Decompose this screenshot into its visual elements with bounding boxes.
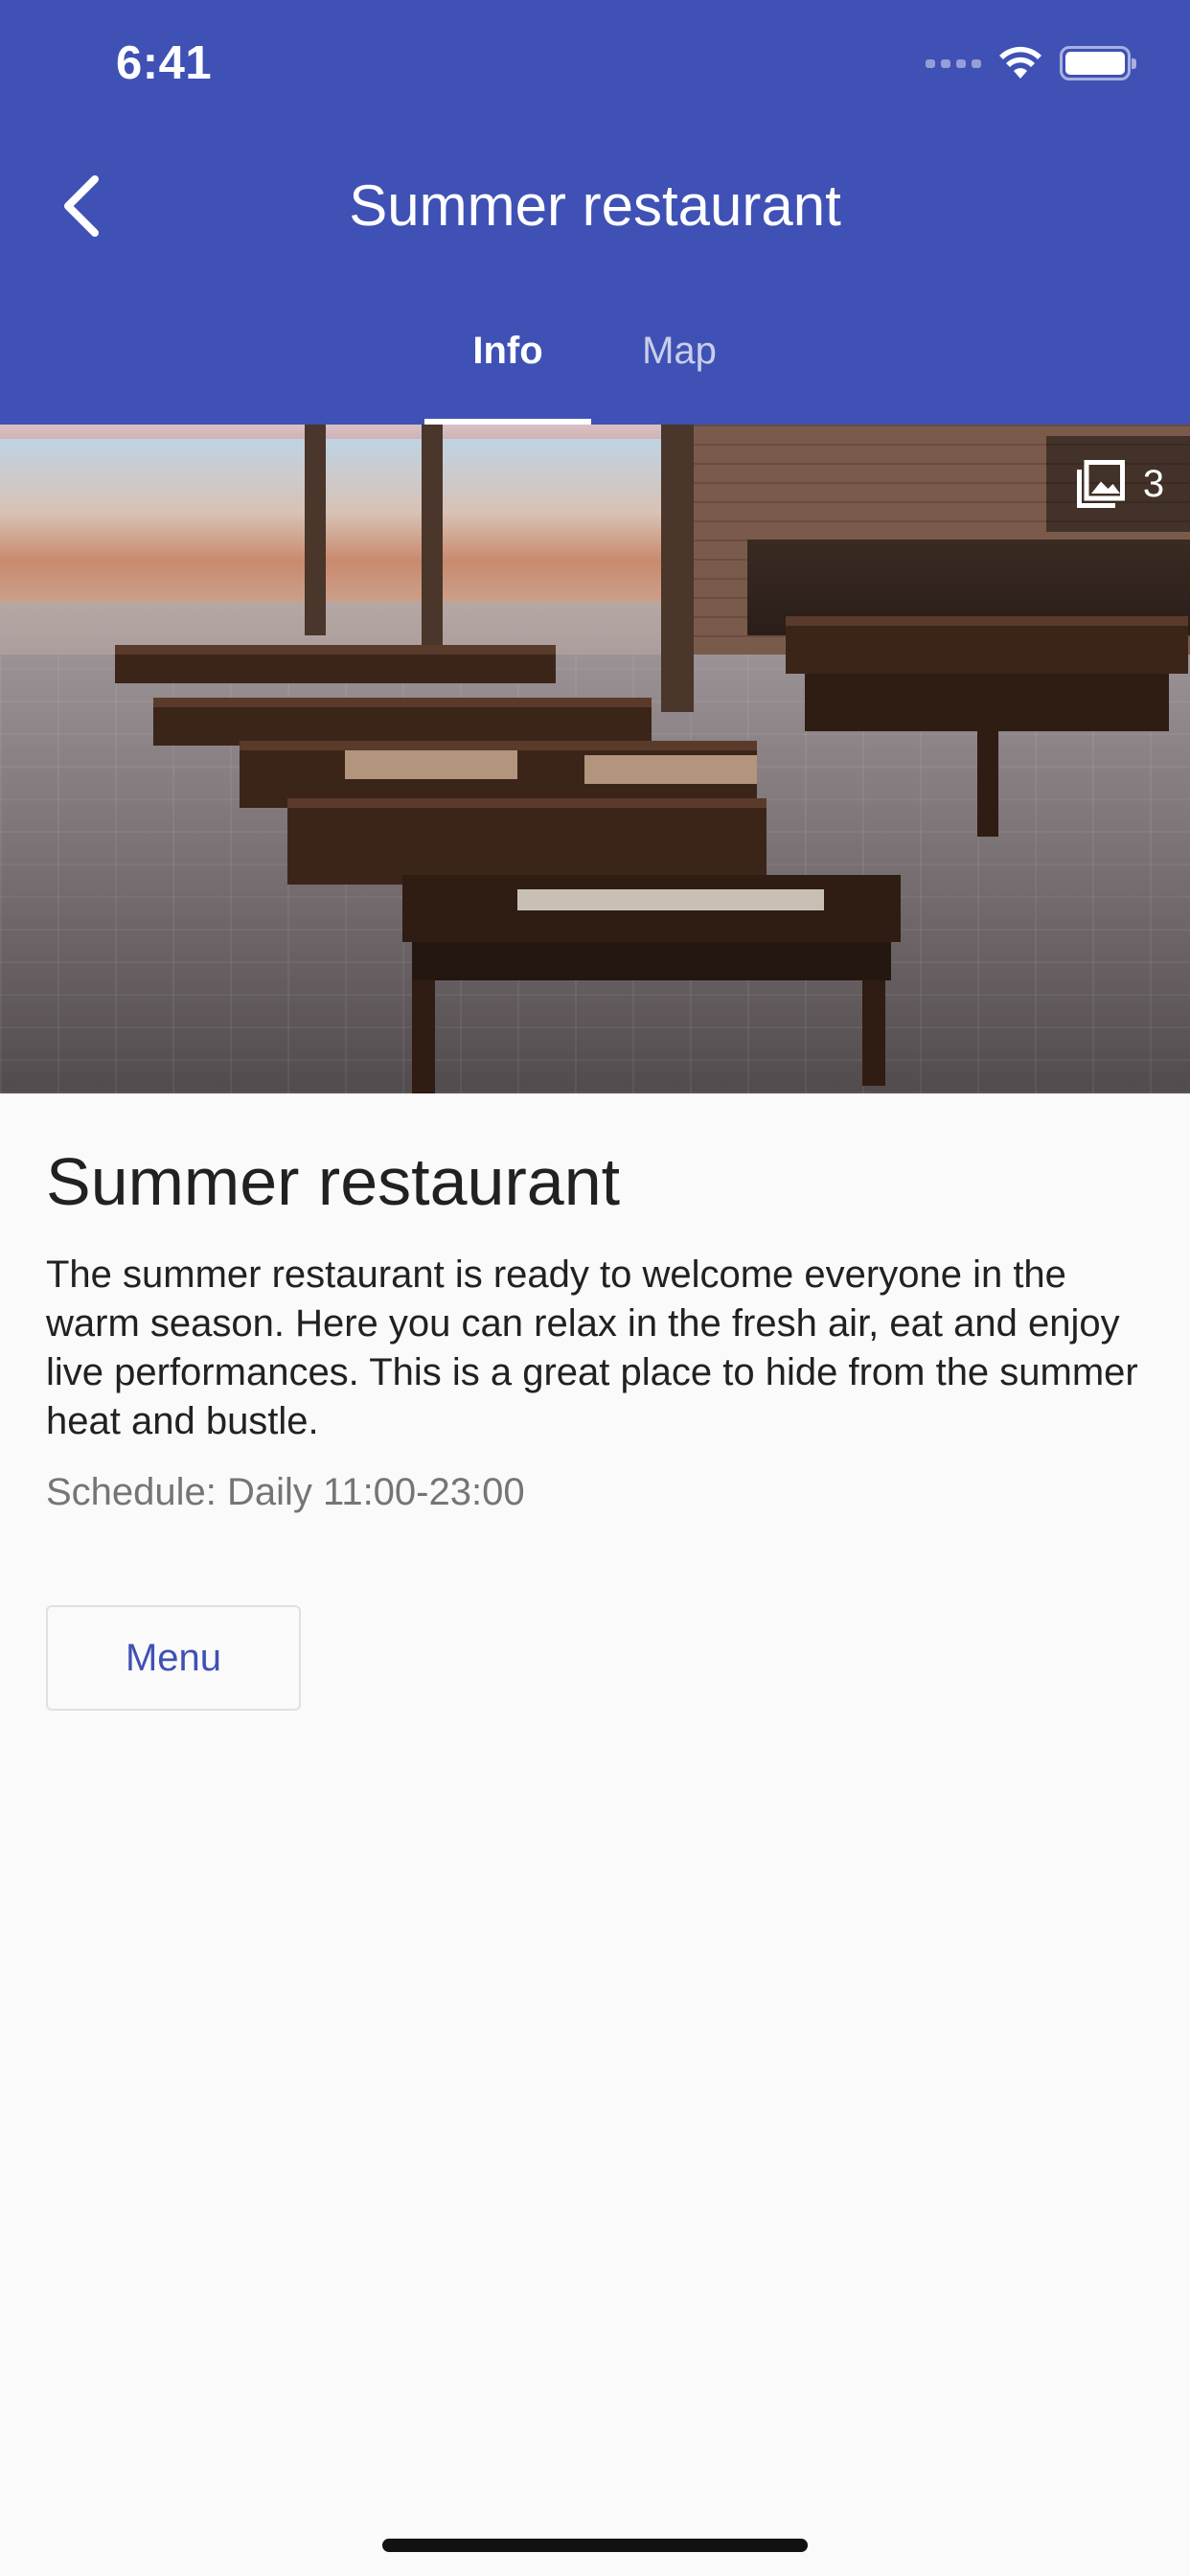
venue-description: The summer restaurant is ready to welcom… bbox=[46, 1254, 1138, 1442]
status-time: 6:41 bbox=[116, 37, 213, 89]
venue-title: Summer restaurant bbox=[46, 1144, 621, 1219]
tab-bar: Info Map bbox=[424, 316, 767, 425]
home-indicator[interactable] bbox=[382, 2539, 808, 2552]
tab-map[interactable]: Map bbox=[591, 316, 767, 425]
signal-icon bbox=[926, 58, 981, 68]
gallery-button[interactable]: 3 bbox=[1046, 436, 1190, 532]
restaurant-photo[interactable] bbox=[0, 425, 1190, 1093]
photo-count: 3 bbox=[1142, 462, 1165, 505]
app-bar: 6:41 Summer restaurant Info Map bbox=[0, 0, 1190, 425]
venue-schedule: Schedule: Daily 11:00-23:00 bbox=[46, 1471, 525, 1513]
wifi-icon bbox=[999, 46, 1041, 79]
battery-icon bbox=[1060, 46, 1136, 80]
image-icon bbox=[1076, 460, 1125, 508]
menu-button[interactable]: Menu bbox=[46, 1605, 301, 1711]
tab-info[interactable]: Info bbox=[424, 316, 591, 425]
status-icons bbox=[926, 44, 1136, 82]
page-title: Summer restaurant bbox=[349, 173, 841, 238]
